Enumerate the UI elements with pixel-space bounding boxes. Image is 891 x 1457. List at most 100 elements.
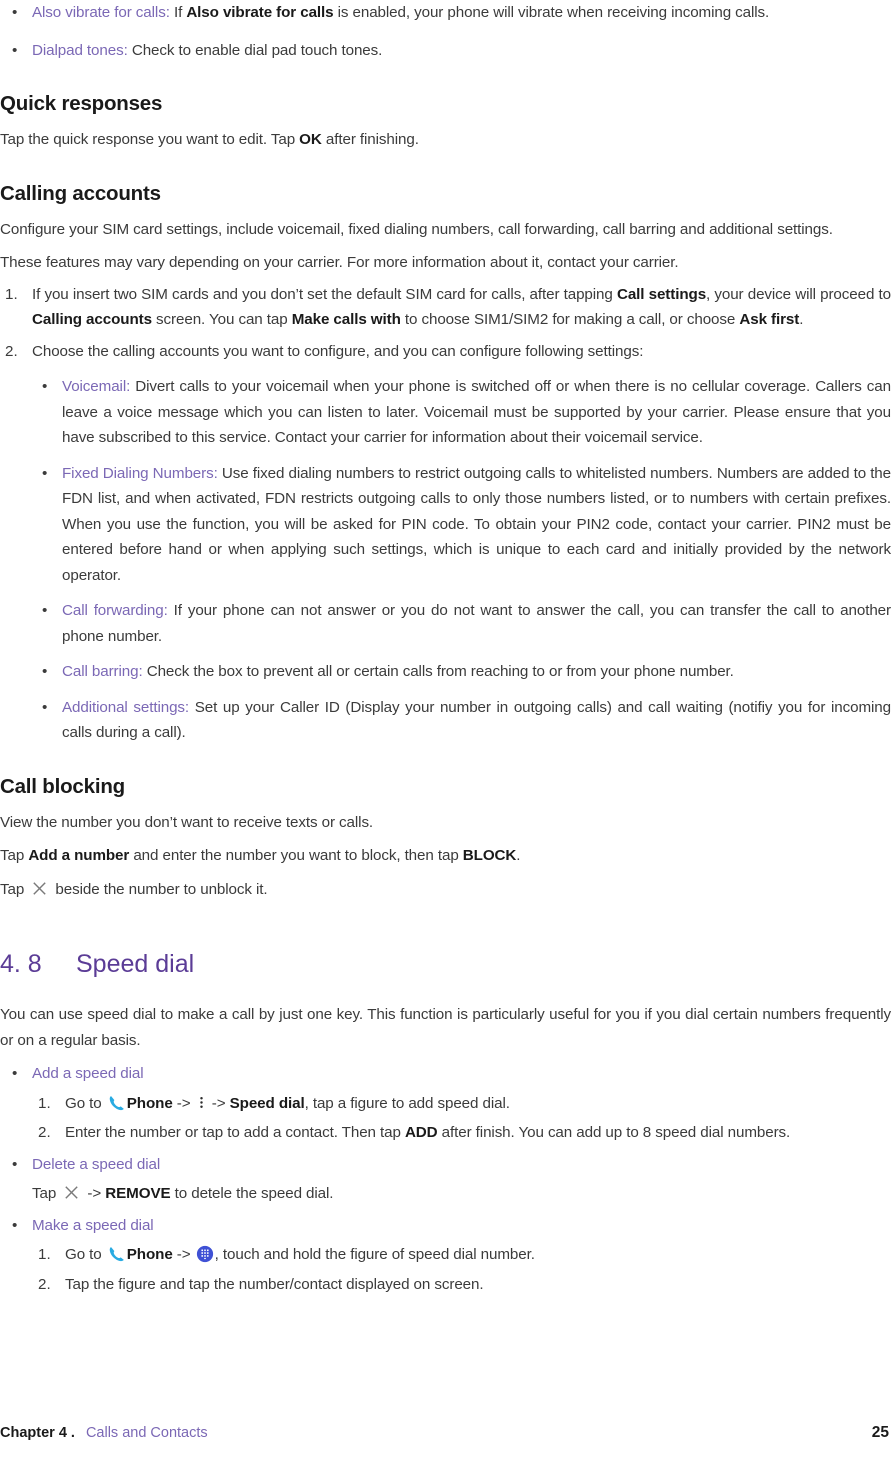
bullet-glyph: • [12, 1216, 18, 1234]
footer-page-number: 25 [871, 1424, 889, 1441]
text-run: , touch and hold the figure of speed dia… [214, 1246, 535, 1263]
speed-dial-add-step2: Enter the number or tap to add a contact… [65, 1120, 891, 1146]
speed-dial-make-step1: Go to Phone -> , touch and hold the figu… [65, 1242, 891, 1268]
list-item: • Delete a speed dial [0, 1152, 891, 1178]
text-run: Tap [32, 1185, 61, 1202]
bold-calling-accounts: Calling accounts [32, 311, 152, 328]
page-content: • Also vibrate for calls: If Also vibrat… [0, 0, 891, 1297]
bullet-call-forwarding-text: Call forwarding: If your phone can not a… [62, 598, 891, 649]
bold-add: ADD [404, 1124, 438, 1141]
kebab-menu-icon [197, 1093, 206, 1112]
term-also-vibrate: Also vibrate for calls: [32, 4, 170, 21]
section-number: 4. 8 [0, 950, 42, 978]
bold-remove: REMOVE [105, 1185, 171, 1202]
label-add-a-speed-dial: Add a speed dial [32, 1065, 144, 1082]
term-dialpad-tones: Dialpad tones: [32, 41, 128, 59]
text-run: If you insert two SIM cards and you don’… [32, 285, 617, 303]
manual-page: • Also vibrate for calls: If Also vibrat… [0, 0, 891, 1457]
list-index: 1. [38, 1094, 51, 1112]
text-run: , tap a figure to add speed dial. [304, 1094, 510, 1112]
close-x-icon [30, 879, 49, 898]
list-index: 2. [38, 1275, 51, 1293]
bullet-dialpad-tones-text: Dialpad tones: Check to enable dial pad … [32, 38, 891, 64]
list-item: 2. Choose the calling accounts you want … [0, 339, 891, 365]
heading-calling-accounts: Calling accounts [0, 181, 161, 205]
term-call-forwarding: Call forwarding: [62, 602, 168, 619]
bullet-glyph: • [42, 378, 48, 395]
text-run: beside the number to unblock it. [51, 880, 268, 898]
section-title-text: Speed dial [76, 950, 195, 978]
text-run: and enter the number you want to block, … [129, 847, 463, 864]
list-item: 2. Enter the number or tap to add a cont… [0, 1120, 891, 1146]
bold-ask-first: Ask first [739, 311, 800, 328]
calling-accounts-intro: Configure your SIM card settings, includ… [0, 220, 833, 238]
bullet-also-vibrate-text: Also vibrate for calls: If Also vibrate … [32, 0, 891, 26]
quick-responses-body: Tap the quick response you want to edit.… [0, 127, 891, 153]
text-run: -> [172, 1094, 195, 1112]
list-item: • Make a speed dial [0, 1213, 891, 1239]
calling-accounts-step2-text: Choose the calling accounts you want to … [32, 342, 644, 360]
text-run: -> [172, 1246, 195, 1263]
footer-subtitle: Calls and Contacts [85, 1425, 208, 1441]
bullet-glyph: • [42, 663, 48, 680]
list-item: 1. If you insert two SIM cards and you d… [0, 282, 891, 333]
text-run: after finish. You can add up to 8 speed … [437, 1124, 791, 1141]
bullet-glyph: • [42, 464, 48, 482]
bold-speed-dial: Speed dial [229, 1094, 305, 1112]
calling-accounts-step1-text: If you insert two SIM cards and you don’… [32, 282, 891, 333]
text-run: Divert calls to your voicemail when your… [62, 378, 891, 446]
bullet-glyph: • [12, 1155, 18, 1173]
text-run: is enabled, your phone will vibrate when… [333, 4, 770, 21]
list-item: 1. Go to Phone -> , touch and hold the f… [0, 1242, 891, 1268]
list-item: 1. Go to Phone -> -> Speed dial, tap a f… [0, 1091, 891, 1117]
bold-phone: Phone [126, 1246, 173, 1263]
list-item: 2. Tap the figure and tap the number/con… [0, 1272, 891, 1298]
text-run: Tap the quick response you want to edit.… [0, 131, 300, 148]
bullet-glyph: • [42, 698, 48, 716]
text-run: , your device will proceed to [706, 285, 891, 303]
text-run: Tap [0, 847, 29, 864]
text-run: Check to enable dial pad touch tones. [127, 41, 383, 59]
term-voicemail: Voicemail: [62, 378, 131, 395]
label-delete-a-speed-dial: Delete a speed dial [32, 1155, 161, 1173]
text-run: Tap [0, 880, 29, 898]
text-run: -> [207, 1094, 230, 1112]
footer-chapter: Chapter 4 . [0, 1425, 75, 1441]
term-fixed-dialing-numbers: Fixed Dialing Numbers: [62, 464, 218, 482]
text-run: Go to [65, 1246, 106, 1263]
speed-dial-delete-line-wrap: Tap -> REMOVE to detele the speed dial. [0, 1181, 891, 1207]
list-index: 1. [5, 285, 18, 303]
list-item: • Voicemail: Divert calls to your voicem… [0, 374, 891, 451]
text-run: screen. You can tap [151, 311, 292, 328]
text-run: . [799, 311, 804, 328]
call-blocking-line1: View the number you don’t want to receiv… [0, 813, 374, 831]
bullet-glyph: • [12, 1065, 18, 1082]
text-run: Use fixed dialing numbers to restrict ou… [62, 464, 891, 584]
list-item: • Also vibrate for calls: If Also vibrat… [0, 0, 891, 26]
bullet-fixed-dialing-numbers-text: Fixed Dialing Numbers: Use fixed dialing… [62, 461, 891, 589]
bullet-voicemail-text: Voicemail: Divert calls to your voicemai… [62, 374, 891, 451]
text-run: If [169, 4, 187, 21]
bullet-glyph: • [12, 41, 18, 59]
list-index: 1. [38, 1246, 51, 1263]
text-run: after finishing. [321, 131, 419, 148]
list-item: • Dialpad tones: Check to enable dial pa… [0, 38, 891, 64]
calling-accounts-note: These features may vary depending on you… [0, 254, 679, 271]
text-run: -> [83, 1185, 106, 1202]
speed-dial-delete-line: Tap -> REMOVE to detele the speed dial. [32, 1181, 891, 1207]
speed-dial-intro: You can use speed dial to make a call by… [0, 1006, 891, 1049]
bullet-glyph: • [42, 602, 48, 619]
text-run: to detele the speed dial. [170, 1185, 334, 1202]
close-x-icon [62, 1183, 81, 1202]
heading-call-blocking: Call blocking [0, 774, 125, 798]
bold-phone: Phone [126, 1094, 173, 1112]
heading-quick-responses: Quick responses [0, 92, 163, 115]
list-item: • Additional settings: Set up your Calle… [0, 695, 891, 746]
text-run: If your phone can not answer or you do n… [62, 602, 891, 645]
list-index: 2. [38, 1124, 51, 1141]
bullet-additional-settings-text: Additional settings: Set up your Caller … [62, 695, 891, 746]
call-blocking-line2: Tap Add a number and enter the number yo… [0, 843, 891, 869]
call-blocking-line3: Tap beside the number to unblock it. [0, 877, 891, 903]
bold-ok: OK [299, 131, 322, 148]
list-index: 2. [5, 342, 18, 360]
